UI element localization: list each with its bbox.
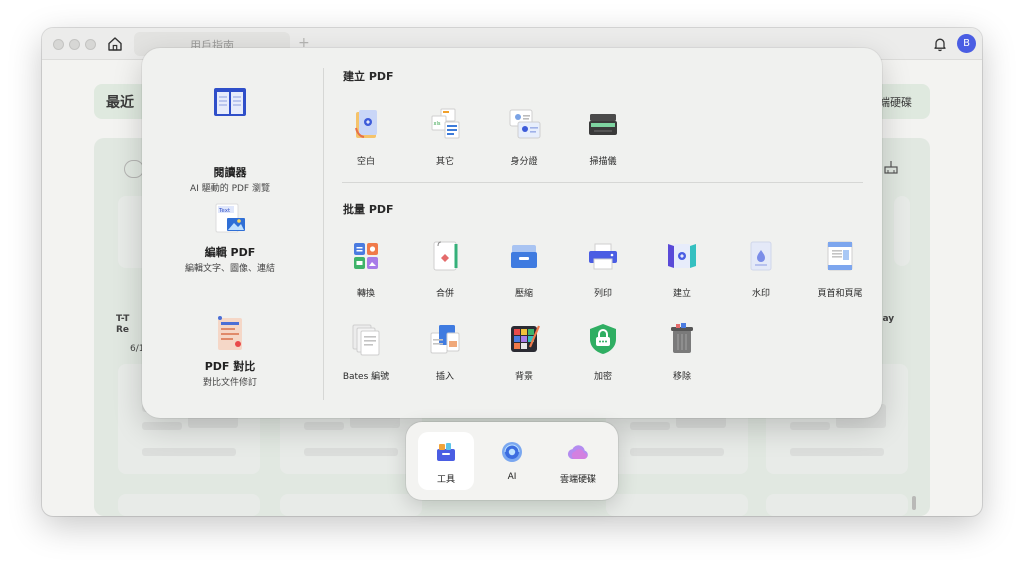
feature-title: 編輯 PDF [204,246,256,259]
scanner-icon [589,114,617,135]
edit-text-image-icon: Text [215,203,245,233]
tool-label: 合併 [435,289,454,299]
feature-title: PDF 對比 [204,360,256,373]
convert-icon [354,243,378,269]
close-window-button[interactable] [53,39,64,50]
watermark-icon [750,241,772,271]
create-icon [668,244,696,268]
header-footer-icon [827,241,853,271]
feature-subtitle: 對比文件修訂 [202,378,257,388]
dock-ai[interactable]: AI [484,432,540,490]
tool-header-footer[interactable]: 頁首和頁尾 [801,238,879,308]
tool-label: 加密 [593,372,612,382]
section-divider [342,182,863,183]
tool-label: 頁首和頁尾 [817,289,863,299]
file-card[interactable] [118,494,260,516]
tool-label: 空白 [356,157,375,167]
tool-bates-numbering[interactable]: Bates 編號 [327,321,405,391]
tool-convert[interactable]: 轉換 [327,238,405,308]
tool-label: 身分證 [510,157,538,167]
tools-icon [437,443,455,461]
tool-label: 背景 [514,372,533,382]
scrollbar-thumb[interactable] [912,496,916,510]
tool-blank[interactable]: 空白 [327,106,405,176]
tool-compress[interactable]: 壓縮 [485,238,563,308]
svg-text:Text: Text [218,208,231,214]
dock-label: 雲端硬碟 [559,475,596,485]
tool-create[interactable]: 建立 [643,238,721,308]
tool-scanner[interactable]: 掃描儀 [564,106,642,176]
encrypt-icon [590,324,616,354]
feature-title: 閱讀器 [213,166,247,179]
svg-text:xls: xls [434,121,441,127]
tool-background[interactable]: 背景 [485,321,563,391]
blank-page-icon [355,110,377,138]
background-icon [511,325,541,352]
tool-encrypt[interactable]: 加密 [564,321,642,391]
section-title-batch: 批量 PDF [343,203,394,216]
dock-tools[interactable]: 工具 [418,432,474,490]
remove-icon [671,323,693,353]
tool-label: 轉換 [356,289,375,299]
tool-watermark[interactable]: 水印 [722,238,800,308]
bates-numbering-icon [352,324,380,356]
tool-label: 插入 [435,372,454,382]
ai-icon [502,442,522,462]
dock-label: 工具 [436,475,455,485]
tools-popup: 閱讀器 AI 驅動的 PDF 瀏覽 Text 編輯 PDF 編輯文字、圖像、連結… [142,48,882,418]
compare-icon [218,316,242,350]
clean-icon[interactable] [882,158,900,176]
tool-id-card[interactable]: 身分證 [485,106,563,176]
dock-label: AI [507,472,517,482]
tool-label: 建立 [672,289,691,299]
section-title-create: 建立 PDF [343,70,394,83]
bell-icon[interactable] [932,36,948,52]
tool-label: 其它 [435,157,454,167]
cloud-icon [567,445,588,459]
tool-label: 壓縮 [514,289,533,299]
file-thumbnail[interactable] [894,196,910,266]
file-card[interactable] [606,494,748,516]
compress-icon [511,245,537,268]
tool-label: Bates 編號 [342,372,390,382]
book-icon [214,88,246,116]
home-icon[interactable] [106,35,124,53]
tool-label: 水印 [751,289,770,299]
column-divider [323,68,324,400]
combine-icon [433,241,458,271]
tool-remove[interactable]: 移除 [643,321,721,391]
minimize-window-button[interactable] [69,39,80,50]
tool-label: 列印 [593,289,612,299]
file-card[interactable] [766,494,908,516]
tool-other[interactable]: xls 其它 [406,106,484,176]
recent-title: 最近 [106,95,134,111]
file-card[interactable] [280,494,422,516]
insert-icon [430,325,460,354]
tool-print[interactable]: 列印 [564,238,642,308]
feature-subtitle: 編輯文字、圖像、連結 [184,264,275,274]
print-icon [589,243,617,270]
tool-combine[interactable]: 合併 [406,238,484,308]
other-files-icon: xls [431,108,460,139]
cloud-filter-pill[interactable] [124,160,144,178]
tool-insert[interactable]: 插入 [406,321,484,391]
avatar[interactable]: B [957,34,976,53]
zoom-window-button[interactable] [85,39,96,50]
file-name: T-T Re [116,314,130,335]
bottom-dock: 工具 AI 雲端硬碟 [406,422,618,500]
tool-label: 掃描儀 [589,157,617,167]
dock-cloud-drive[interactable]: 雲端硬碟 [550,432,606,490]
feature-subtitle: AI 驅動的 PDF 瀏覽 [190,184,270,194]
id-card-icon [509,109,541,139]
tool-label: 移除 [672,372,691,382]
